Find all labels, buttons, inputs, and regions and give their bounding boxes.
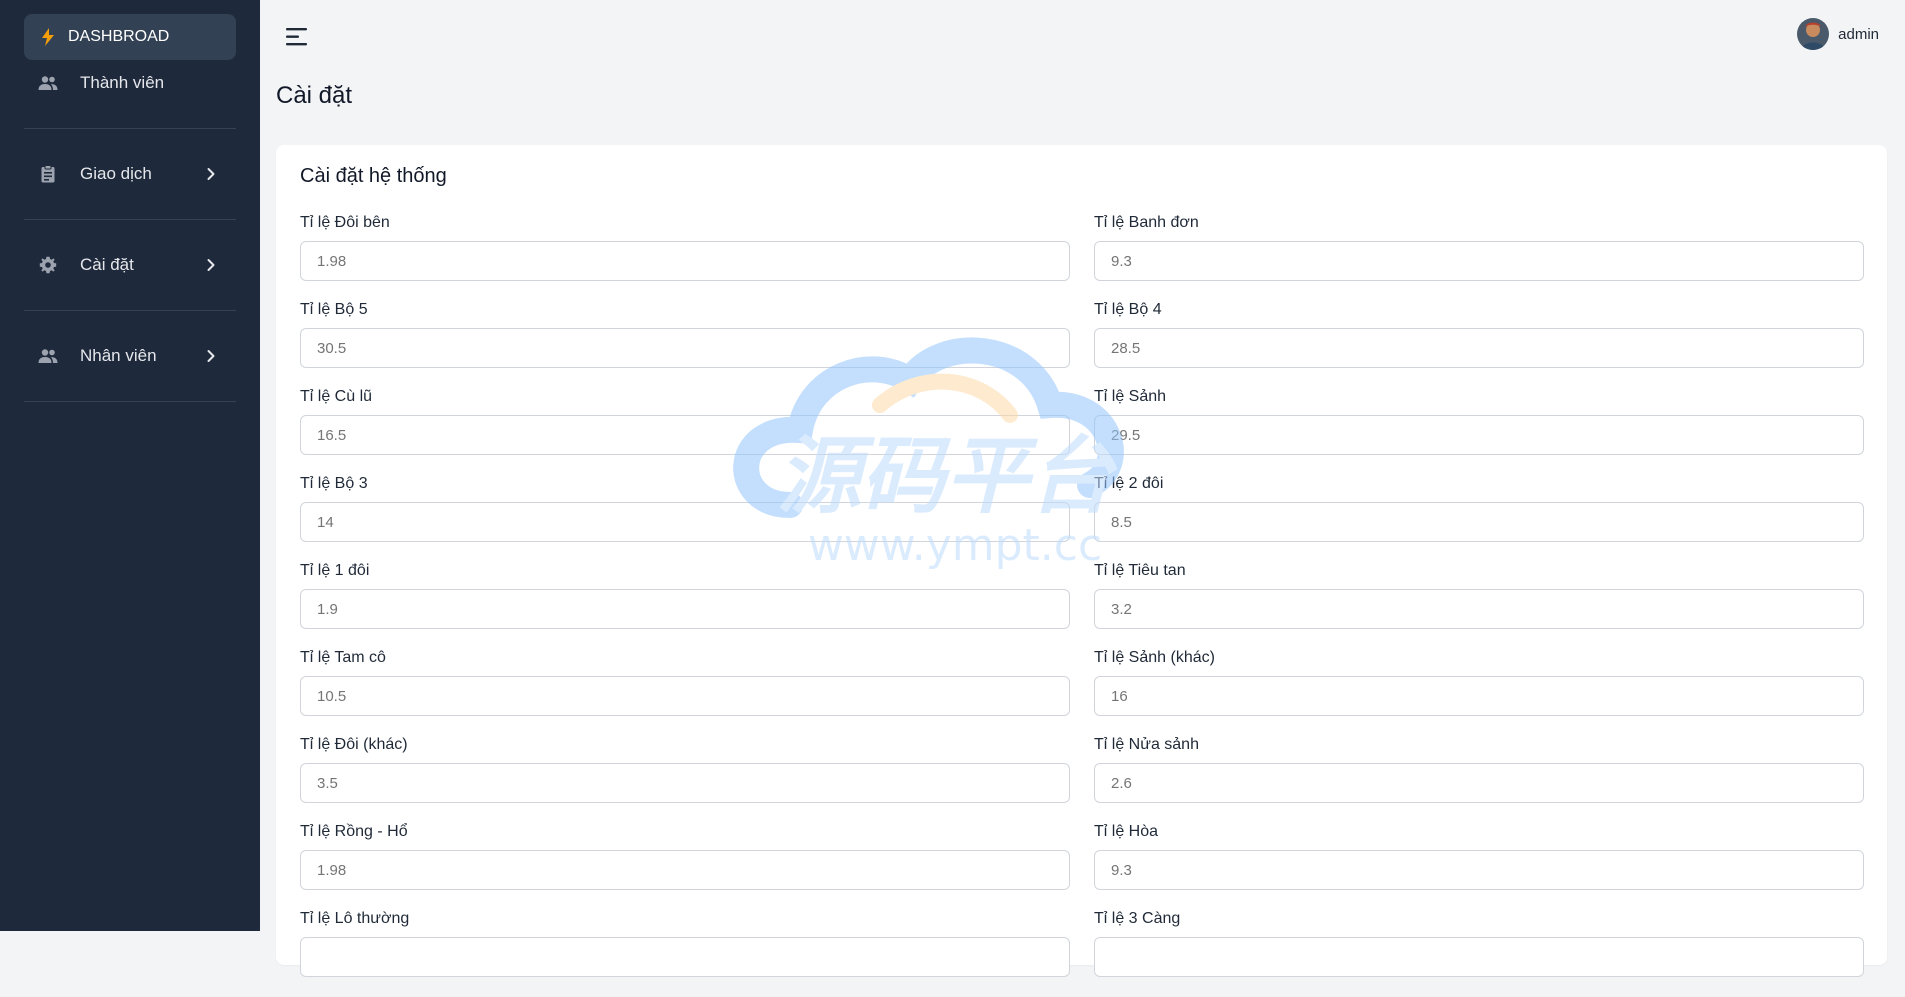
setting-input[interactable] xyxy=(300,763,1070,803)
divider xyxy=(24,128,236,129)
setting-field: Tỉ lệ Nửa sảnh xyxy=(1094,736,1864,823)
sidebar-item-members[interactable]: Thành viên xyxy=(24,60,236,106)
sidebar-item-settings[interactable]: Cài đặt xyxy=(24,242,236,288)
sidebar: DASHBROAD Thành viên Giao dịch Cài đặt N… xyxy=(0,0,260,931)
setting-field: Tỉ lệ Sảnh (khác) xyxy=(1094,649,1864,736)
setting-label: Tỉ lệ 2 đôi xyxy=(1094,475,1164,492)
bolt-icon xyxy=(38,27,58,47)
setting-label: Tỉ lệ Tiêu tan xyxy=(1094,562,1186,579)
chevron-right-icon xyxy=(207,259,215,271)
setting-field: Tỉ lệ Lô thường xyxy=(300,910,1070,997)
setting-field: Tỉ lệ Bộ 5 xyxy=(300,301,1070,388)
clipboard-icon xyxy=(38,164,58,184)
menu-toggle-button[interactable] xyxy=(282,22,312,52)
setting-input[interactable] xyxy=(300,415,1070,455)
chevron-right-icon xyxy=(207,168,215,180)
setting-field: Tỉ lệ Sảnh xyxy=(1094,388,1864,475)
setting-label: Tỉ lệ Đôi bên xyxy=(300,214,390,231)
users-icon xyxy=(38,73,58,93)
setting-input[interactable] xyxy=(300,850,1070,890)
setting-label: Tỉ lệ Hòa xyxy=(1094,823,1159,840)
divider xyxy=(24,219,236,220)
setting-label: Tỉ lệ Tam cô xyxy=(300,649,386,666)
setting-label: Tỉ lệ Lô thường xyxy=(300,910,410,927)
divider xyxy=(24,401,236,402)
sidebar-item-label: Nhân viên xyxy=(80,346,157,365)
setting-input[interactable] xyxy=(1094,241,1864,281)
system-settings-card: Cài đặt hệ thống Tỉ lệ Đôi bên Tỉ lệ Banh… xyxy=(276,145,1887,977)
top-header: admin xyxy=(260,0,1905,74)
gear-icon xyxy=(38,255,58,275)
setting-label: Tỉ lệ 3 Càng xyxy=(1094,910,1181,927)
setting-label: Tỉ lệ Đôi (khác) xyxy=(300,736,408,753)
setting-label: Tỉ lệ Bộ 4 xyxy=(1094,301,1162,318)
page-title: Cài đặt xyxy=(276,82,353,109)
setting-field: Tỉ lệ Tiêu tan xyxy=(1094,562,1864,649)
setting-label: Tỉ lệ Cù lũ xyxy=(300,388,373,405)
sidebar-item-label: DASHBROAD xyxy=(68,28,170,45)
setting-label: Tỉ lệ Bộ 5 xyxy=(300,301,368,318)
user-menu[interactable]: admin xyxy=(1797,18,1879,50)
setting-input[interactable] xyxy=(1094,763,1864,803)
setting-input[interactable] xyxy=(300,328,1070,368)
setting-label: Tỉ lệ Rồng - Hổ xyxy=(300,823,408,840)
users-icon xyxy=(38,346,58,366)
sidebar-item-staff[interactable]: Nhân viên xyxy=(24,333,236,379)
setting-field: Tỉ lệ Tam cô xyxy=(300,649,1070,736)
setting-field: Tỉ lệ 3 Càng xyxy=(1094,910,1864,997)
setting-input[interactable] xyxy=(1094,937,1864,977)
setting-field: Tỉ lệ 1 đôi xyxy=(300,562,1070,649)
setting-input[interactable] xyxy=(1094,415,1864,455)
setting-field: Tỉ lệ 2 đôi xyxy=(1094,475,1864,562)
setting-field: Tỉ lệ Đôi (khác) xyxy=(300,736,1070,823)
hamburger-icon xyxy=(286,28,307,46)
setting-label: Tỉ lệ Banh đơn xyxy=(1094,214,1199,231)
setting-input[interactable] xyxy=(1094,676,1864,716)
settings-form: Tỉ lệ Đôi bên Tỉ lệ Banh đơn Tỉ lệ Bộ 5 Tỉ … xyxy=(300,214,1864,997)
setting-input[interactable] xyxy=(1094,328,1864,368)
sidebar-item-dashboard[interactable]: DASHBROAD xyxy=(24,14,236,60)
setting-label: Tỉ lệ Bộ 3 xyxy=(300,475,368,492)
setting-label: Tỉ lệ Sảnh xyxy=(1094,388,1167,405)
setting-label: Tỉ lệ Nửa sảnh xyxy=(1094,736,1199,753)
setting-field: Tỉ lệ Bộ 3 xyxy=(300,475,1070,562)
sidebar-item-label: Giao dịch xyxy=(80,164,152,183)
sidebar-item-label: Thành viên xyxy=(80,73,165,92)
sidebar-item-label: Cài đặt xyxy=(80,255,134,274)
avatar xyxy=(1797,18,1830,50)
setting-input[interactable] xyxy=(1094,850,1864,890)
user-name: admin xyxy=(1838,25,1879,43)
sidebar-item-transactions[interactable]: Giao dịch xyxy=(24,151,236,197)
setting-input[interactable] xyxy=(300,502,1070,542)
setting-field: Tỉ lệ Cù lũ xyxy=(300,388,1070,475)
setting-field: Tỉ lệ Rồng - Hổ xyxy=(300,823,1070,910)
setting-field: Tỉ lệ Bộ 4 xyxy=(1094,301,1864,388)
chevron-right-icon xyxy=(207,350,215,362)
setting-input[interactable] xyxy=(300,676,1070,716)
divider xyxy=(24,310,236,311)
setting-label: Tỉ lệ 1 đôi xyxy=(300,562,370,579)
setting-input[interactable] xyxy=(300,241,1070,281)
setting-field: Tỉ lệ Hòa xyxy=(1094,823,1864,910)
setting-input[interactable] xyxy=(1094,589,1864,629)
setting-field: Tỉ lệ Banh đơn xyxy=(1094,214,1864,301)
setting-label: Tỉ lệ Sảnh (khác) xyxy=(1094,649,1215,666)
setting-input[interactable] xyxy=(300,937,1070,977)
card-title: Cài đặt hệ thống xyxy=(300,165,447,187)
setting-field: Tỉ lệ Đôi bên xyxy=(300,214,1070,301)
setting-input[interactable] xyxy=(1094,502,1864,542)
setting-input[interactable] xyxy=(300,589,1070,629)
